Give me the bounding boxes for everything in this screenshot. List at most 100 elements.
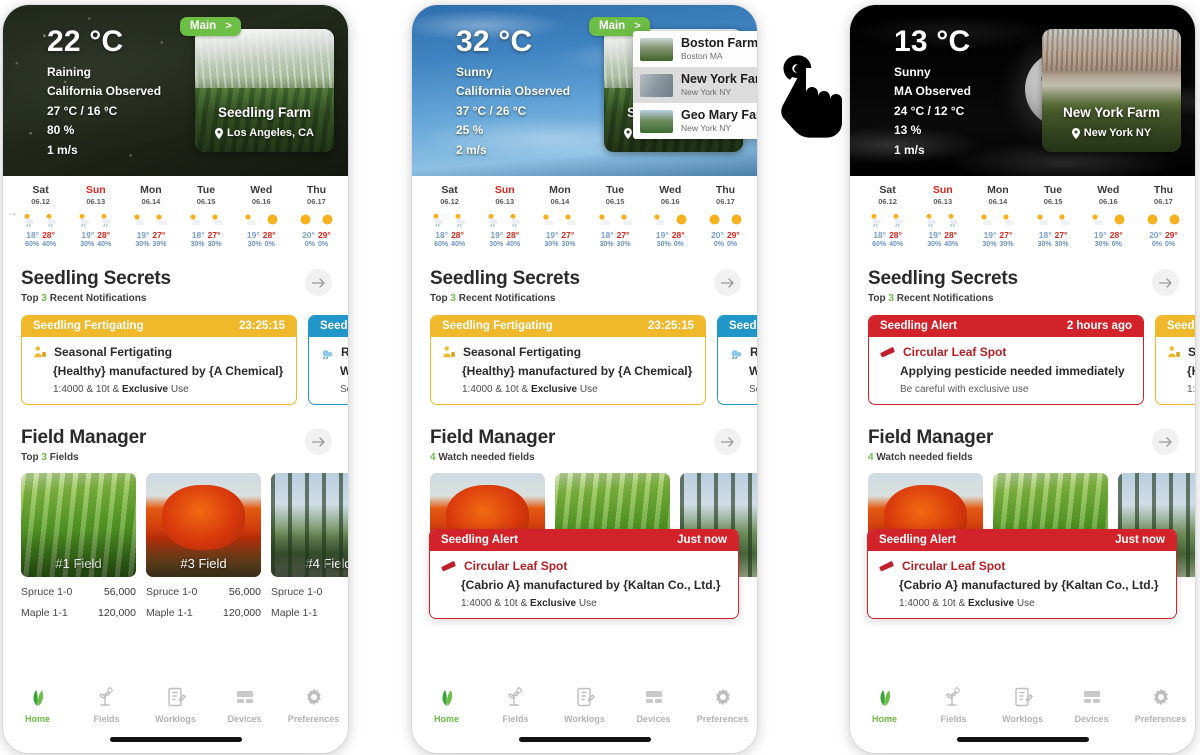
sun-rain-icon	[510, 213, 521, 227]
forecast-pop-2: 0%	[726, 241, 738, 248]
card-header-time: 2 hours ago	[1066, 320, 1132, 332]
card-line-2: {Healthy} manufactured by	[1187, 364, 1195, 378]
notification-card-watering[interactable]: Seedling Watering Rainfall Detected Wate…	[308, 315, 348, 405]
notification-card-watering[interactable]: Seedling Watering Rainfall Detected Wate…	[717, 315, 757, 405]
forecast-precip: 30% 0%	[643, 241, 698, 248]
home-indicator	[518, 737, 651, 742]
secrets-card-rail-1[interactable]: Seedling Fertigating 23:25:15 Seasonal F…	[3, 304, 348, 405]
sun-rain-icon	[433, 213, 444, 227]
section-more-button[interactable]	[1152, 269, 1179, 296]
weather-wind: 1 m/s	[894, 142, 925, 157]
dropdown-item-new-york-farm[interactable]: New York Farm New York NY	[633, 67, 757, 103]
section-more-button[interactable]	[305, 269, 332, 296]
forecast-pop-1: 60%	[434, 241, 449, 248]
forecast-temps: 18° 27°	[179, 230, 234, 240]
tab-fields[interactable]: Fields	[919, 683, 988, 724]
watering-icon	[322, 350, 333, 359]
forecast-precip: 30% 0%	[1081, 241, 1136, 248]
notification-card-alert[interactable]: Seedling Alert Just now Circular Leaf Sp…	[867, 529, 1177, 619]
forecast-day-date: 06.12	[878, 197, 897, 206]
section-subtitle-suffix: Recent Notifications	[896, 293, 994, 304]
notification-card-alert[interactable]: Seedling Alert 2 hours ago Circular Leaf…	[868, 315, 1144, 405]
overlay-alert-2[interactable]: Seedling Alert Just now Circular Leaf Sp…	[429, 529, 739, 619]
field-stat-row: Maple 1-1 120,0	[271, 607, 348, 619]
forecast-scroll-arrow-icon[interactable]: →	[6, 205, 18, 219]
field-card[interactable]: #3 Field Spruce 1-0 56,000 Maple 1-1 120…	[146, 473, 261, 619]
main-farm-selector-button[interactable]: Main >	[180, 17, 241, 36]
forecast-temps: 19° 28°	[1081, 230, 1136, 240]
notification-card-alert[interactable]: Seedling Alert Just now Circular Leaf Sp…	[429, 529, 739, 619]
forecast-day: Sun 06.13 19° 28° 30% 40%	[477, 184, 532, 248]
forecast-low: 20°	[302, 230, 315, 240]
notification-card-fertigating[interactable]: Seedling Fertigating 23:25:15 Seasonal F…	[21, 315, 297, 405]
sun-cloud-icon	[620, 213, 632, 225]
megaphone-icon	[879, 561, 894, 572]
secrets-card-rail-2[interactable]: Seedling Fertigating 23:25:15 Seasonal F…	[412, 304, 757, 405]
fertigating-icon	[443, 346, 455, 358]
forecast-strip-2[interactable]: Sat 06.12 18° 28° 60% 40% Sun 06.13 19° …	[412, 176, 757, 254]
card-title: Seasonal Fertigating	[463, 345, 582, 359]
farm-card-3[interactable]: New York Farm New York NY	[1042, 29, 1181, 152]
forecast-strip-3[interactable]: Sat 06.12 18° 28° 60% 40% Sun 06.13 19° …	[850, 176, 1195, 254]
forecast-strip-1[interactable]: → Sat 06.12 18° 28° 60% 40% Sun 06.13 19…	[3, 176, 348, 254]
forecast-pop-2: 40%	[889, 241, 904, 248]
field-stat-name: Spruce 1-0	[271, 586, 323, 598]
tab-devices[interactable]: Devices	[210, 683, 279, 724]
weather-humidity: 25 %	[456, 123, 484, 138]
tab-preferences[interactable]: Preferences	[279, 683, 348, 724]
forecast-pop-1: 30%	[135, 241, 150, 248]
forecast-icons	[179, 211, 234, 227]
farm-selector-dropdown[interactable]: Boston Farm Boston MA New York Farm New …	[633, 31, 757, 139]
tab-worklogs[interactable]: Worklogs	[141, 683, 210, 724]
devices-icon	[1057, 683, 1126, 711]
forecast-precip: 30% 0%	[234, 241, 289, 248]
forecast-day-name: Sun	[494, 184, 515, 196]
section-subtitle-prefix: Top	[21, 293, 39, 304]
tab-home[interactable]: Home	[850, 683, 919, 724]
location-pin-icon	[624, 127, 632, 139]
field-card[interactable]: #1 Field Spruce 1-0 56,000 Maple 1-1 120…	[21, 473, 136, 619]
tab-devices[interactable]: Devices	[619, 683, 688, 724]
forecast-icons	[1136, 211, 1191, 227]
section-more-button[interactable]	[1152, 428, 1179, 455]
overlay-alert-3[interactable]: Seedling Alert Just now Circular Leaf Sp…	[867, 529, 1177, 619]
tab-preferences[interactable]: Preferences	[1126, 683, 1195, 724]
tab-devices[interactable]: Devices	[1057, 683, 1126, 724]
main-pill-label: Main	[599, 20, 626, 32]
section-subtitle: Top 3 Recent Notifications	[868, 293, 1177, 304]
forecast-day: Tue 06.15 18° 27° 30% 30%	[1026, 184, 1081, 248]
field-card-rail-1[interactable]: #1 Field Spruce 1-0 56,000 Maple 1-1 120…	[3, 463, 348, 619]
forecast-day-name: Tue	[606, 184, 625, 196]
tab-home[interactable]: Home	[412, 683, 481, 724]
notification-card-fertigating[interactable]: Seedling Fertigating 23:25:15 Seasonal F…	[430, 315, 706, 405]
tab-worklogs[interactable]: Worklogs	[988, 683, 1057, 724]
field-card[interactable]: #4 Field Spruce 1-0 56,0 Maple 1-1 120,0	[271, 473, 348, 619]
weather-hero-3: 13 °C Sunny MA Observed 24 °C / 12 °C 13…	[850, 5, 1195, 176]
weather-high-low: 27 °C / 16 °C	[47, 103, 118, 118]
secrets-card-rail-3[interactable]: Seedling Alert 2 hours ago Circular Leaf…	[850, 304, 1195, 405]
forecast-precip: 0% 0%	[289, 241, 344, 248]
arrow-right-icon	[311, 277, 325, 288]
notification-card-fertigating[interactable]: Seedling Fertigating Seasonal Fertigatin…	[1155, 315, 1195, 405]
dropdown-item-boston-farm[interactable]: Boston Farm Boston MA	[633, 31, 757, 67]
tab-preferences[interactable]: Preferences	[688, 683, 757, 724]
section-more-button[interactable]	[714, 428, 741, 455]
dropdown-item-geo-mary-farm[interactable]: Geo Mary Farm New York NY	[633, 103, 757, 139]
weather-hero-info-3: 13 °C Sunny MA Observed 24 °C / 12 °C 13…	[894, 25, 971, 160]
card-line-3-c: Use	[576, 598, 597, 609]
tab-home[interactable]: Home	[3, 683, 72, 724]
tab-fields[interactable]: Fields	[481, 683, 550, 724]
card-title-row: Seasonal Fertigating	[1167, 345, 1195, 359]
farm-card-1[interactable]: Seedling Farm Los Angeles, CA	[195, 29, 334, 152]
forecast-temps: 19° 27°	[532, 230, 587, 240]
section-more-button[interactable]	[305, 428, 332, 455]
tab-fields[interactable]: Fields	[72, 683, 141, 724]
sun-cloud-icon	[654, 213, 665, 225]
forecast-day-name: Mon	[549, 184, 571, 196]
field-stat-row: Spruce 1-0 56,0	[271, 586, 348, 598]
tab-worklogs[interactable]: Worklogs	[550, 683, 619, 724]
forecast-day-name: Sat	[441, 184, 458, 196]
forecast-icons	[588, 211, 643, 227]
forecast-day-date: 06.14	[988, 197, 1008, 206]
section-more-button[interactable]	[714, 269, 741, 296]
